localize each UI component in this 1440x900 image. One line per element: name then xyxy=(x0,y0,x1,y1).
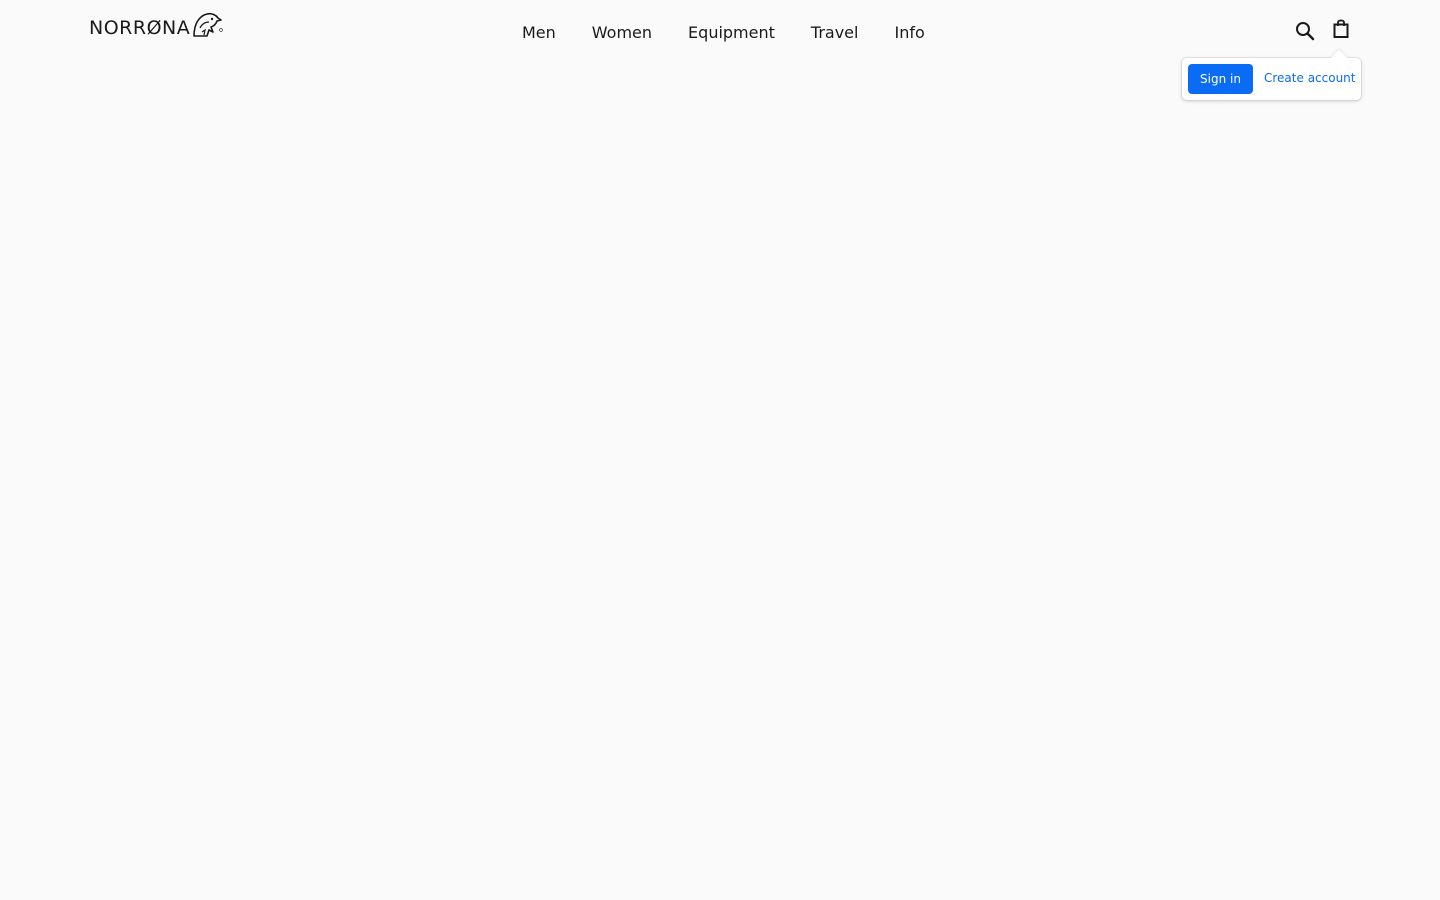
cart-button[interactable] xyxy=(1328,16,1354,42)
nav-item-men[interactable]: Men xyxy=(504,20,574,46)
nav-item-travel[interactable]: Travel xyxy=(793,20,877,46)
account-popover: Sign in Create account xyxy=(1182,49,1361,100)
main-nav: Men Women Equipment Travel Info xyxy=(504,20,943,46)
search-button[interactable] xyxy=(1292,18,1318,44)
main-content xyxy=(0,64,1440,900)
nav-item-women[interactable]: Women xyxy=(574,20,670,46)
sign-in-button[interactable]: Sign in xyxy=(1188,64,1253,94)
brand-logo[interactable]: NORRØNA xyxy=(89,10,223,40)
nav-item-equipment[interactable]: Equipment xyxy=(670,20,793,46)
bird-head-logo-icon xyxy=(193,12,223,37)
search-icon xyxy=(1296,22,1315,41)
brand-name: NORRØNA xyxy=(89,17,191,39)
create-account-link[interactable]: Create account xyxy=(1264,71,1356,85)
shopping-bag-icon xyxy=(1333,19,1349,38)
nav-item-info[interactable]: Info xyxy=(876,20,942,46)
site-header: NORRØNA Men Women Equipment Travel Info … xyxy=(0,0,1440,100)
popover-content: Sign in Create account xyxy=(1182,58,1361,100)
